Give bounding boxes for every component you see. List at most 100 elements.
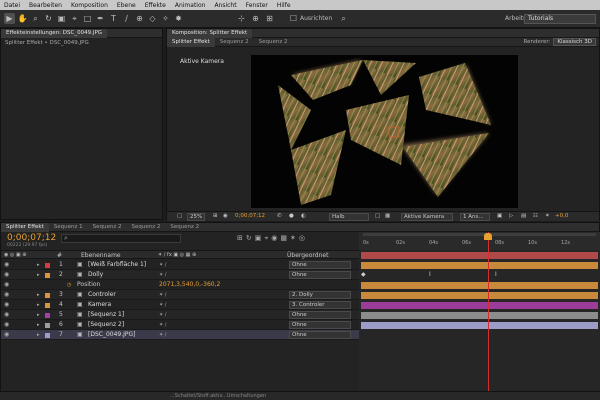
parent-select[interactable]: Ohne	[289, 261, 351, 269]
resolution-select[interactable]: Halb	[329, 213, 369, 221]
label-color-swatch[interactable]	[45, 322, 50, 328]
label-color-swatch[interactable]	[45, 262, 50, 268]
expand-triangle-icon[interactable]: ▸	[37, 301, 40, 309]
timeline-track-pane[interactable]: 0s 02s 04s 06s 08s 10s 12s ◆ I I	[359, 232, 600, 391]
playhead-line[interactable]	[488, 232, 489, 391]
menu-item-6[interactable]: Ansicht	[214, 2, 236, 9]
layer-duration-bar[interactable]	[361, 302, 598, 309]
layer-switch-icons[interactable]: ✶ ∕	[159, 271, 166, 279]
expand-triangle-icon[interactable]: ▸	[37, 321, 40, 329]
exposure-value[interactable]: +0,0	[555, 213, 568, 219]
layer-row[interactable]: ◉ ▸ 1 ▣ [Weiß Farbfläche 1] ✶ ∕ Ohne	[1, 260, 359, 270]
layer-switch-icons[interactable]: ✶ ∕	[159, 311, 166, 319]
layer-duration-bar[interactable]	[361, 262, 598, 269]
tab-timeline-splitter[interactable]: Splitter Effekt	[1, 222, 49, 232]
keyframe-marker[interactable]: I	[495, 271, 497, 278]
subtab-sequenz-2b[interactable]: Sequenz 2	[254, 38, 293, 47]
subtab-splitter[interactable]: Splitter Effekt	[167, 37, 215, 47]
parent-select[interactable]: 3. Controler	[289, 301, 351, 309]
layer-duration-bar[interactable]	[361, 322, 598, 329]
always-preview-icon[interactable]: ▢	[177, 213, 182, 219]
visibility-eye-icon[interactable]: ◉	[4, 321, 9, 329]
layer-row[interactable]: ◉ ▸ 3 ▣ Controler ✶ ∕ 2. Dolly	[1, 290, 359, 300]
fast-preview-icon[interactable]: ▷	[509, 213, 513, 219]
stopwatch-icon[interactable]: ◷	[67, 281, 71, 289]
pen-tool-icon[interactable]: ✒	[95, 13, 106, 24]
layer-name[interactable]: [Weiß Farbfläche 1]	[88, 261, 146, 269]
layer-name[interactable]: Dolly	[88, 271, 103, 279]
composition-viewer[interactable]	[251, 55, 518, 208]
transparency-grid-icon[interactable]: ▦	[385, 213, 390, 219]
rectangle-tool-icon[interactable]: □	[82, 13, 93, 24]
expand-triangle-icon[interactable]: ▸	[37, 261, 40, 269]
tab-timeline-sequenz-2b[interactable]: Sequenz 2	[126, 223, 165, 232]
flowchart-icon[interactable]: ☷	[533, 213, 538, 219]
layer-duration-bar[interactable]	[361, 282, 598, 289]
hand-tool-icon[interactable]: ✋	[17, 13, 28, 24]
layer-name[interactable]: Controler	[88, 291, 116, 299]
roto-brush-tool-icon[interactable]: ✧	[160, 13, 171, 24]
layer-row[interactable]: ◉ ▸ 2 ▣ Dolly ✶ ∕ Ohne	[1, 270, 359, 280]
layer-duration-bar[interactable]	[361, 312, 598, 319]
col-layer-name[interactable]: Ebenenname	[81, 252, 121, 259]
tab-effect-controls[interactable]: Effekteinstellungen: DSC_0049.JPG	[1, 28, 108, 38]
time-ruler[interactable]: 0s 02s 04s 06s 08s 10s 12s	[359, 232, 600, 250]
visibility-eye-icon[interactable]: ◉	[4, 271, 9, 279]
world-axis-icon[interactable]: ⊕	[250, 13, 261, 24]
menu-item-8[interactable]: Hilfe	[277, 2, 291, 9]
eraser-tool-icon[interactable]: ◇	[147, 13, 158, 24]
label-color-swatch[interactable]	[45, 312, 50, 318]
label-color-swatch[interactable]	[45, 332, 50, 338]
layer-name[interactable]: [Sequenz 1]	[88, 311, 124, 319]
rotate-tool-icon[interactable]: ↻	[43, 13, 54, 24]
layer-duration-bar[interactable]	[361, 292, 598, 299]
property-row[interactable]: ◉ ◷ Position 2071,3,540,0,-360,2	[1, 280, 359, 290]
expand-triangle-icon[interactable]: ▸	[37, 311, 40, 319]
renderer-select[interactable]: Klassisch 3D	[553, 38, 596, 46]
snap-checkbox[interactable]: ☐	[288, 13, 299, 24]
visibility-eye-icon[interactable]: ◉	[4, 331, 9, 339]
label-color-swatch[interactable]	[45, 272, 50, 278]
viewer-timecode[interactable]: 0;00;07;12	[235, 213, 265, 219]
puppet-tool-icon[interactable]: ✸	[173, 13, 184, 24]
menu-item-1[interactable]: Bearbeiten	[29, 2, 62, 9]
menu-item-2[interactable]: Komposition	[71, 2, 108, 9]
keyframe-marker[interactable]: ◆	[361, 271, 366, 278]
snap-options-icon[interactable]: ⌕	[338, 13, 349, 24]
zoom-select[interactable]: 25%	[187, 213, 206, 221]
3d-view-select[interactable]: Aktive Kamera	[401, 213, 453, 221]
playhead-handle[interactable]	[484, 233, 492, 240]
menu-item-4[interactable]: Effekte	[145, 2, 166, 9]
visibility-eye-icon[interactable]: ◉	[4, 291, 9, 299]
layer-switch-icons[interactable]: ✶ ∕	[159, 291, 166, 299]
workspace-select[interactable]: Tutorials	[524, 14, 596, 24]
visibility-eye-icon[interactable]: ◉	[4, 301, 9, 309]
layer-row[interactable]: ◉ ▸ 7 ▣ [DSC_0049.JPG] ✶ ∕ Ohne	[1, 330, 359, 340]
clone-stamp-tool-icon[interactable]: ⊕	[134, 13, 145, 24]
menu-item-5[interactable]: Animation	[175, 2, 206, 9]
zoom-tool-icon[interactable]: ⌕	[30, 13, 41, 24]
grid-icon[interactable]: ⊞	[213, 213, 218, 219]
exposure-icon[interactable]: ✶	[545, 213, 550, 219]
show-snapshot-icon[interactable]: ✆	[277, 213, 282, 219]
selection-tool-icon[interactable]: ▶	[4, 13, 15, 24]
timeline-timecode[interactable]: 0;00;07;12	[7, 233, 56, 243]
menu-item-7[interactable]: Fenster	[246, 2, 268, 9]
layer-duration-bar[interactable]	[361, 252, 598, 259]
layer-row[interactable]: ◉ ▸ 5 ▣ [Sequenz 1] ✶ ∕ Ohne	[1, 310, 359, 320]
keyframe-marker[interactable]: I	[429, 271, 431, 278]
view-axis-icon[interactable]: ⊞	[264, 13, 275, 24]
menu-item-0[interactable]: Datei	[4, 2, 20, 9]
region-of-interest-icon[interactable]: □	[375, 213, 380, 219]
channel-icon[interactable]: ●	[289, 213, 294, 219]
timeline-search-input[interactable]: ⌕	[61, 234, 181, 243]
layer-switch-icons[interactable]: ✶ ∕	[159, 321, 166, 329]
visibility-eye-icon[interactable]: ◉	[4, 261, 9, 269]
camera-tool-icon[interactable]: ▣	[56, 13, 67, 24]
layer-name[interactable]: [Sequenz 2]	[88, 321, 124, 329]
layer-row[interactable]: ◉ ▸ 6 ▣ [Sequenz 2] ✶ ∕ Ohne	[1, 320, 359, 330]
visibility-eye-icon[interactable]: ◉	[4, 311, 9, 319]
subtab-sequenz-2a[interactable]: Sequenz 2	[215, 38, 254, 47]
parent-select[interactable]: Ohne	[289, 331, 351, 339]
col-parent[interactable]: Übergeordnet	[287, 252, 328, 259]
